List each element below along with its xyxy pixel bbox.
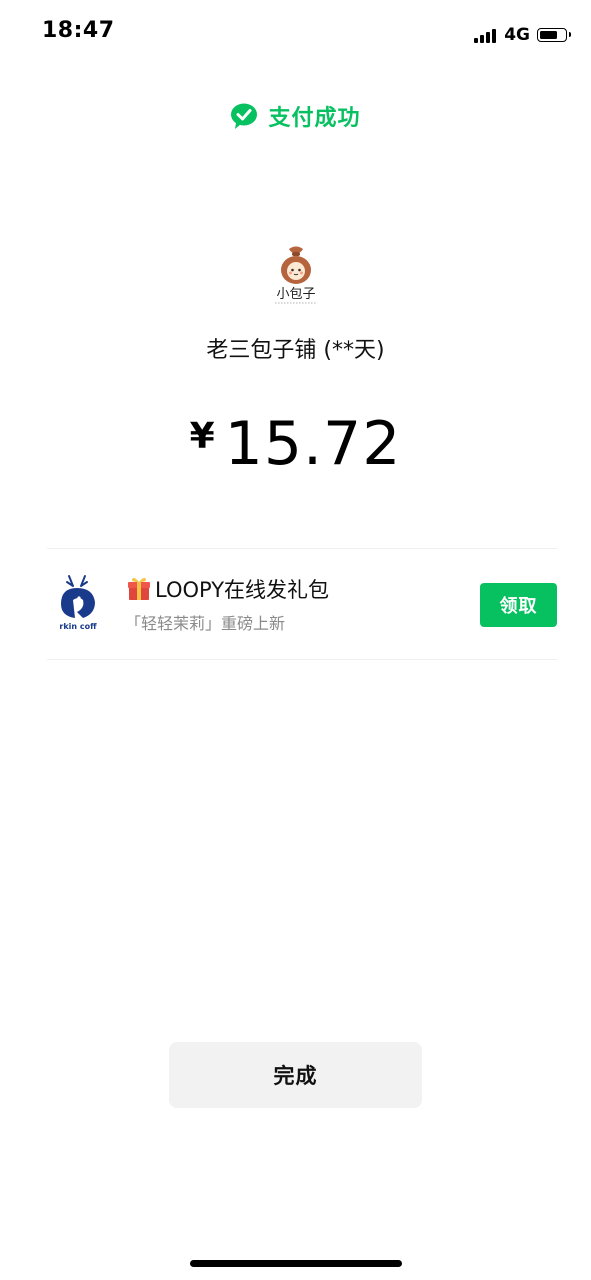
promo-subtitle: 「轻轻茉莉」重磅上新	[125, 614, 286, 633]
payment-success-header: 支付成功	[0, 100, 591, 132]
merchant-logo: 小包子	[275, 246, 317, 304]
payment-amount: ¥ 15.72	[0, 408, 591, 480]
promo-logo-text: rkin coff	[59, 622, 97, 631]
merchant-name: 老三包子铺 (**天)	[206, 338, 385, 363]
network-type: 4G	[504, 25, 530, 45]
status-bar: 18:47 4G	[0, 0, 591, 64]
merchant-logo-text: 小包子	[276, 287, 315, 302]
claim-button[interactable]: 领取	[480, 583, 557, 627]
wechat-pay-success-icon	[231, 103, 258, 129]
battery-icon	[537, 28, 571, 42]
currency-symbol: ¥	[189, 416, 215, 457]
divider-top	[47, 548, 557, 549]
battery-fill	[540, 31, 557, 39]
cellular-signal-icon	[474, 27, 498, 43]
home-indicator[interactable]	[190, 1260, 402, 1267]
divider-bottom	[47, 659, 557, 660]
payment-status-text: 支付成功	[268, 106, 361, 131]
gift-icon	[128, 577, 150, 600]
amount-value: 15.72	[224, 409, 402, 479]
status-indicators: 4G	[474, 24, 571, 46]
promo-title-text: LOOPY在线发礼包	[155, 578, 330, 602]
promo-card[interactable]: rkin coff LOOPY在线发礼包 「轻轻茉莉」重磅上新 领取	[47, 566, 557, 646]
done-button[interactable]: 完成	[169, 1042, 422, 1108]
promo-title: LOOPY在线发礼包	[127, 574, 329, 604]
status-time: 18:47	[42, 18, 115, 43]
deer-logo-icon: rkin coff	[59, 575, 97, 631]
